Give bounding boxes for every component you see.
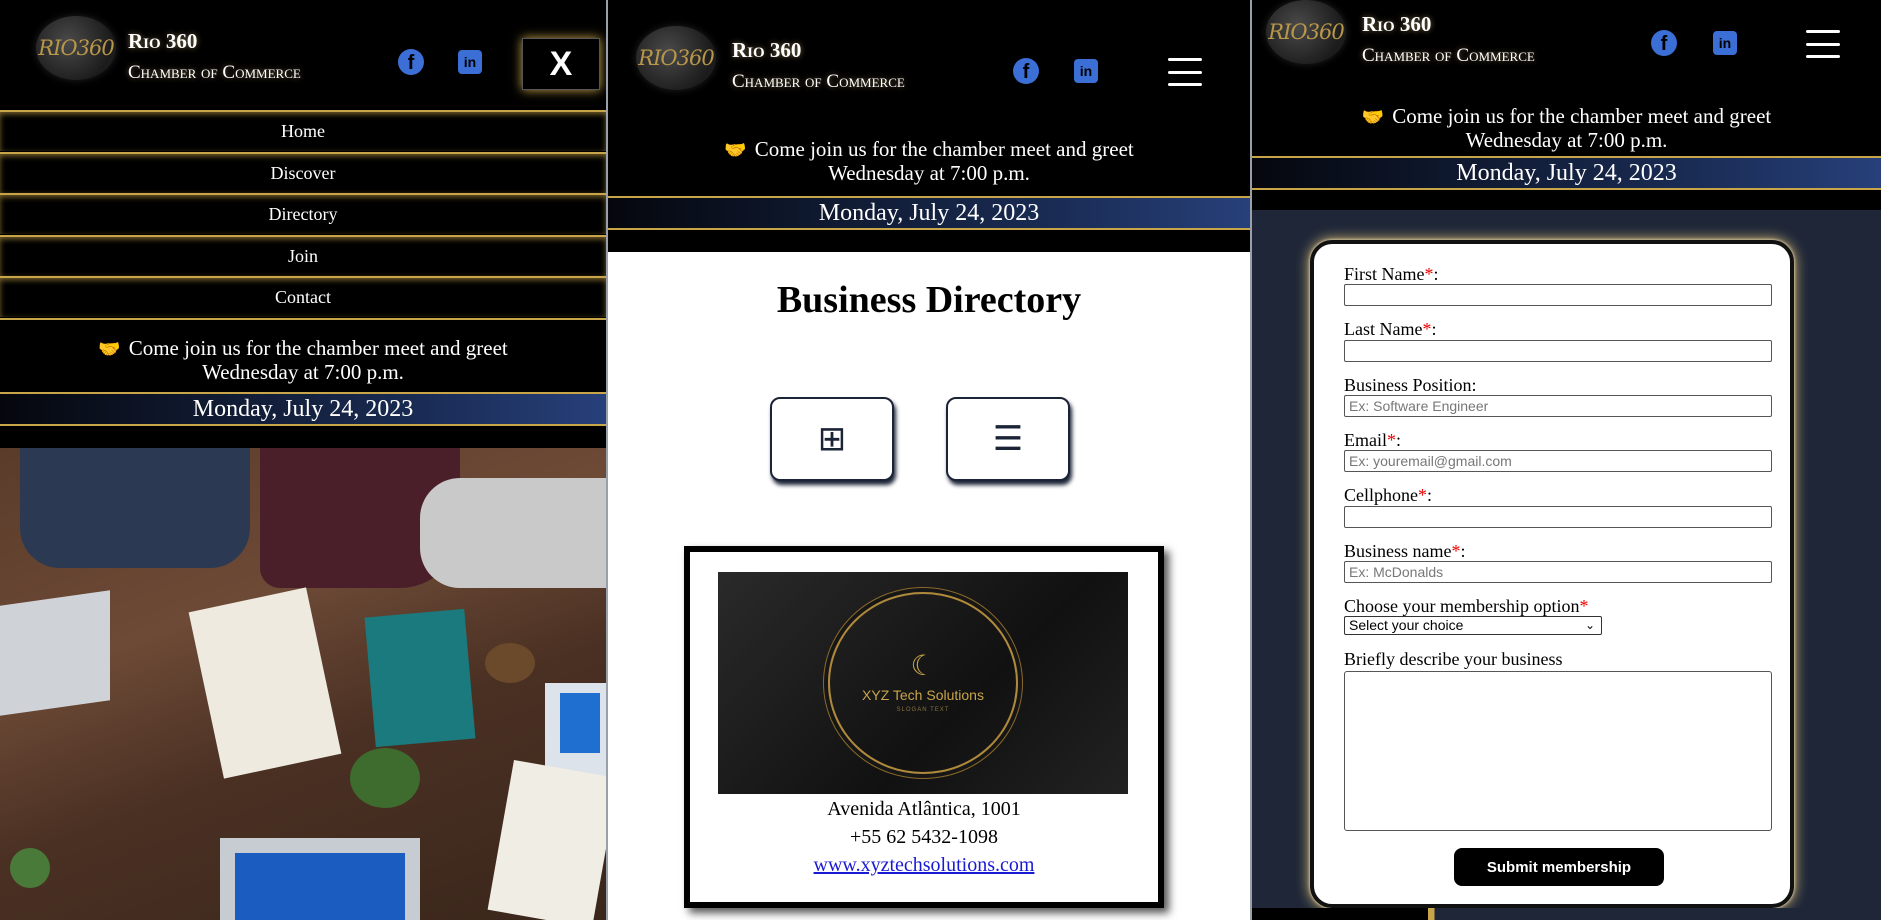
submit-membership-button[interactable]: Submit membership (1454, 848, 1664, 886)
hamburger-menu-button[interactable] (1168, 58, 1202, 86)
last-name-input[interactable] (1344, 340, 1772, 362)
cellphone-input[interactable] (1344, 506, 1772, 528)
brand-name: Rio 360 Chamber of Commerce (732, 38, 905, 92)
linkedin-icon[interactable]: in (1074, 59, 1098, 83)
business-name-input[interactable]: Ex: McDonalds (1344, 561, 1772, 583)
brand-name: Rio 360 Chamber of Commerce (1362, 12, 1535, 66)
last-name-label: Last Name*: (1344, 319, 1437, 339)
mobile-menu-panel: RIO360 Rio 360 Chamber of Commerce f in … (0, 0, 606, 920)
nav-join[interactable]: Join (0, 235, 606, 276)
linkedin-icon[interactable]: in (458, 50, 482, 74)
join-form-panel: RIO360 Rio 360 Chamber of Commerce f in … (1252, 0, 1881, 920)
site-header: RIO360 Rio 360 Chamber of Commerce f in … (1252, 0, 1881, 210)
nav-home[interactable]: Home (0, 110, 606, 151)
email-label: Email*: (1344, 430, 1402, 450)
business-name-label: Business name*: (1344, 541, 1466, 561)
site-header: RIO360 Rio 360 Chamber of Commerce f in … (0, 0, 606, 110)
nav-contact[interactable]: Contact (0, 276, 606, 317)
list-icon: ☰ (992, 421, 1024, 458)
nav-directory[interactable]: Directory (0, 193, 606, 234)
handshake-icon: 🤝 (1361, 107, 1385, 127)
first-name-label: First Name*: (1344, 264, 1439, 284)
hero-image (0, 448, 606, 920)
date-bar: Monday, July 24, 2023 (608, 196, 1250, 230)
announcement: 🤝 Come join us for the chamber meet and g… (98, 336, 508, 385)
logo[interactable]: RIO360 (36, 16, 116, 80)
directory-panel: RIO360 Rio 360 Chamber of Commerce f in … (608, 0, 1250, 920)
position-input[interactable]: Ex: Software Engineer (1344, 395, 1772, 417)
grid-view-button[interactable]: ⊞ (770, 397, 894, 481)
business-website-link[interactable]: www.xyztechsolutions.com (814, 854, 1035, 876)
brand-name: Rio 360 Chamber of Commerce (128, 29, 301, 83)
date-bar: Monday, July 24, 2023 (1252, 156, 1881, 190)
membership-form: First Name*: Last Name*: Business Positi… (1310, 240, 1794, 908)
logo[interactable]: RIO360 (1266, 0, 1346, 64)
site-header: RIO360 Rio 360 Chamber of Commerce f in … (608, 0, 1250, 252)
linkedin-icon[interactable]: in (1713, 31, 1737, 55)
business-card: ☾ XYZ Tech Solutions SLOGAN TEXT Avenida… (684, 546, 1164, 908)
page-title: Business Directory (776, 279, 1082, 321)
handshake-icon: 🤝 (98, 339, 121, 359)
membership-label: Choose your membership option* (1344, 596, 1589, 616)
announcement: 🤝 Come join us for the chamber meet and g… (724, 137, 1134, 186)
business-address: Avenida Atlântica, 1001 (827, 798, 1021, 820)
facebook-icon[interactable]: f (398, 49, 424, 75)
position-label: Business Position: (1344, 375, 1477, 395)
date-bar: Monday, July 24, 2023 (0, 392, 606, 426)
grid-icon: ⊞ (817, 421, 847, 458)
nav-discover[interactable]: Discover (0, 152, 606, 193)
facebook-icon[interactable]: f (1651, 30, 1677, 56)
business-logo: ☾ XYZ Tech Solutions SLOGAN TEXT (718, 572, 1128, 794)
describe-label: Briefly describe your business (1344, 649, 1563, 669)
first-name-input[interactable] (1344, 284, 1772, 306)
hamburger-menu-button[interactable] (1806, 30, 1840, 58)
brand-mark-icon: ☾ (910, 651, 936, 682)
handshake-icon: 🤝 (724, 140, 747, 160)
list-view-button[interactable]: ☰ (946, 397, 1070, 481)
facebook-icon[interactable]: f (1013, 58, 1039, 84)
chevron-down-icon: ⌄ (1584, 618, 1595, 632)
business-phone: +55 62 5432-1098 (850, 826, 998, 848)
close-menu-button[interactable]: X (522, 38, 600, 90)
announcement: 🤝 Come join us for the chamber meet and g… (1361, 104, 1772, 153)
logo[interactable]: RIO360 (636, 26, 716, 90)
divider (0, 318, 606, 320)
directory-content: Business Directory ⊞ ☰ ☾ XYZ Tech Soluti… (608, 252, 1250, 920)
email-input[interactable]: Ex: youremail@gmail.com (1344, 450, 1772, 472)
describe-textarea[interactable] (1344, 671, 1772, 831)
cellphone-label: Cellphone*: (1344, 485, 1433, 505)
membership-select[interactable]: Select your choice ⌄ (1344, 616, 1602, 635)
footer (1252, 908, 1881, 920)
